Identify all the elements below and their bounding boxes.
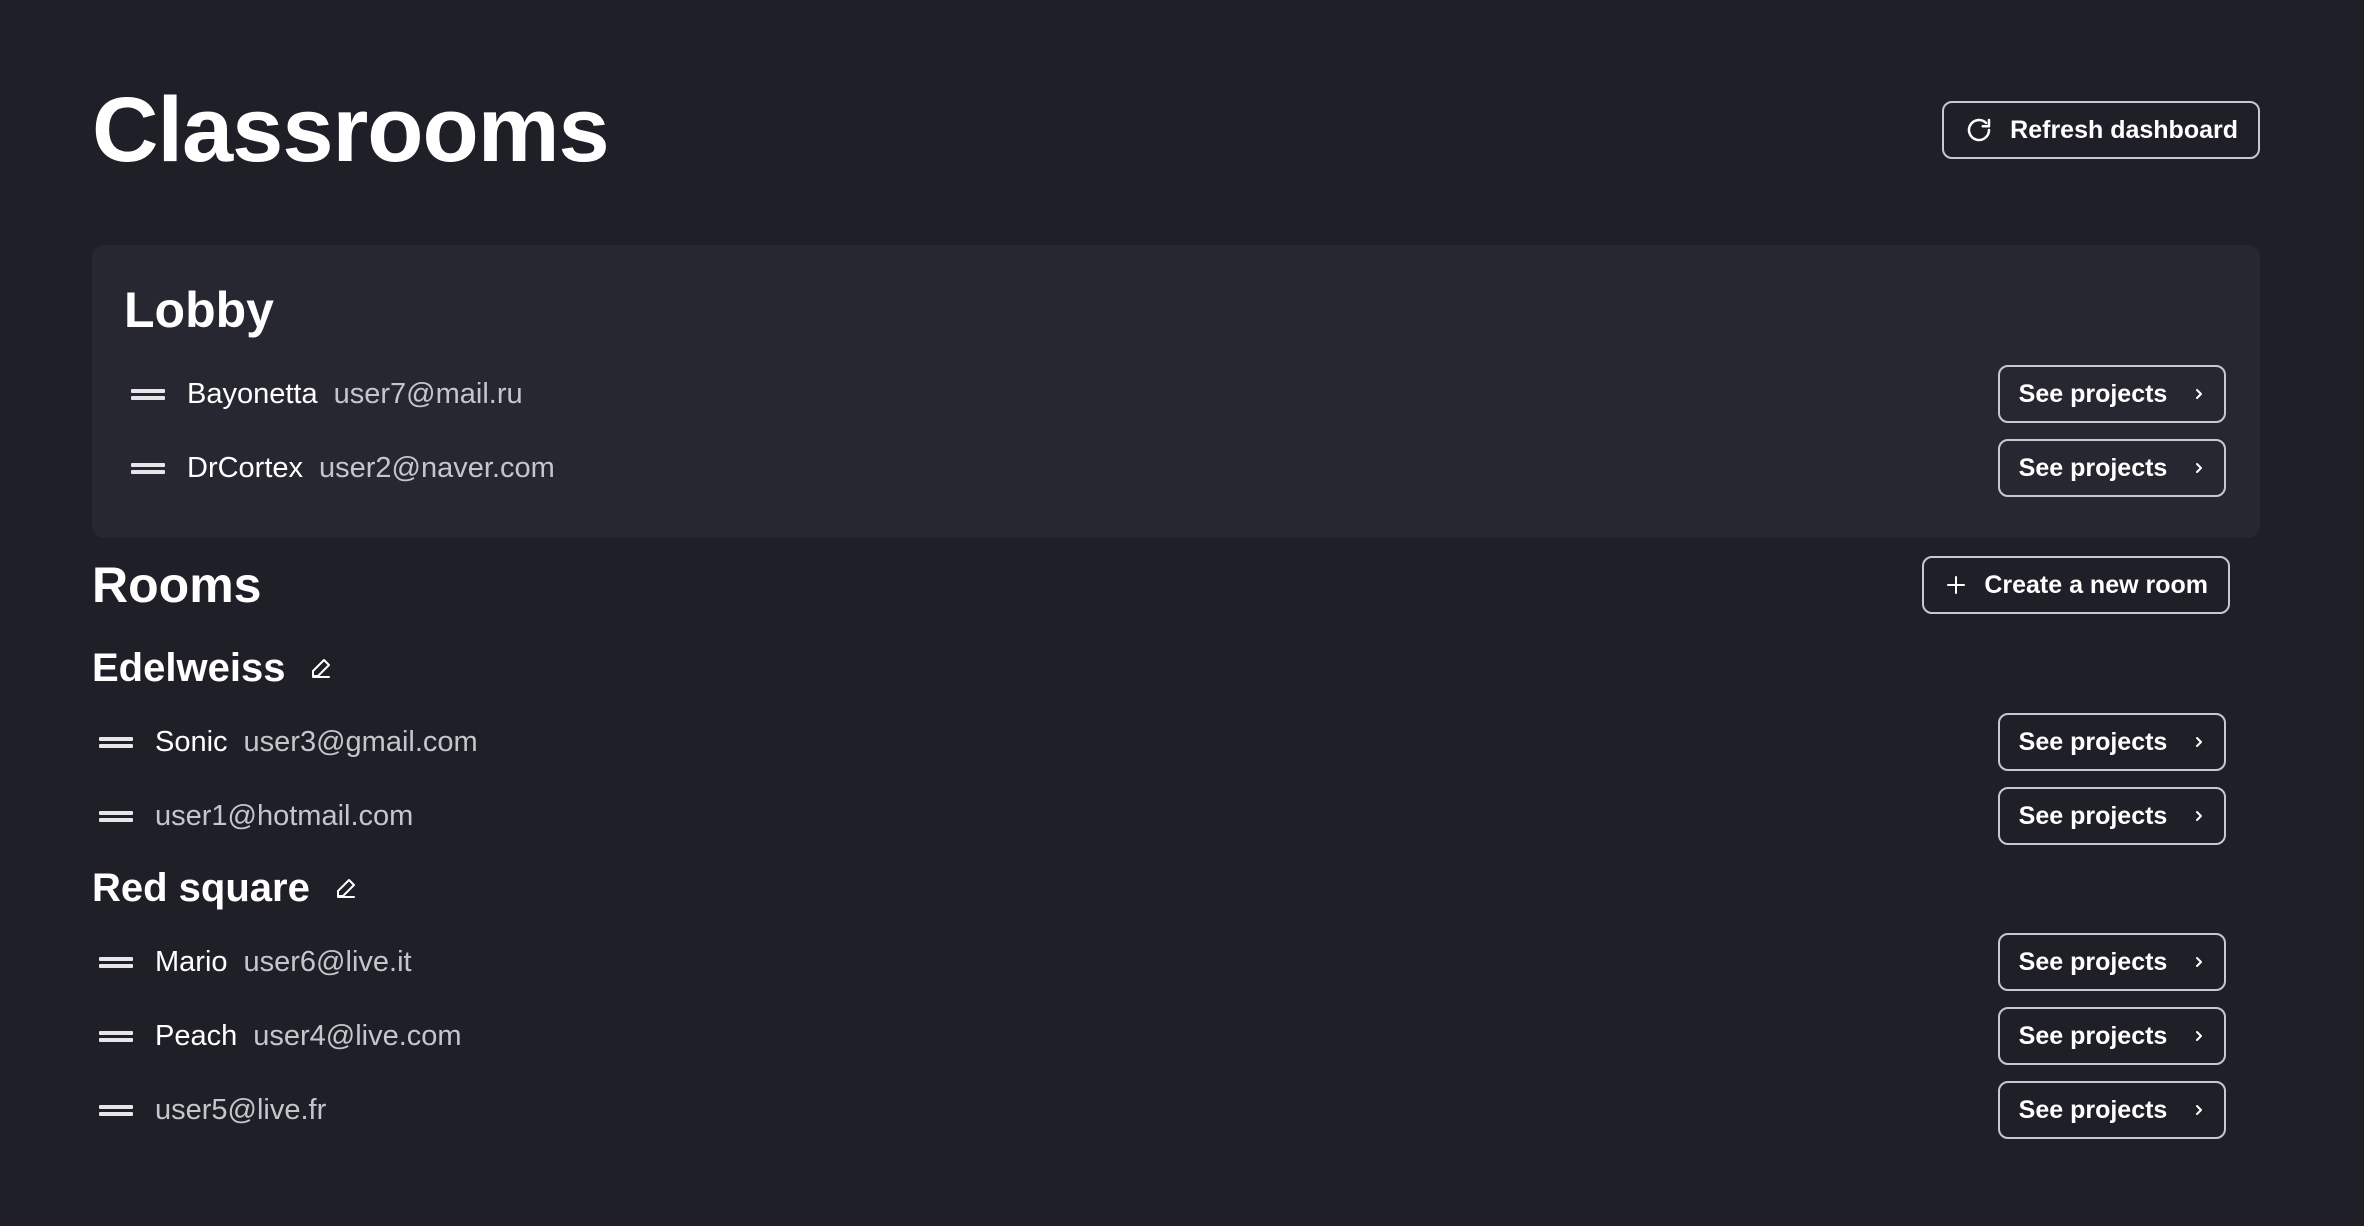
plus-icon [1947,576,1966,594]
refresh-dashboard-label: Refresh dashboard [2010,115,2238,144]
user-email: user2@naver.com [319,451,555,484]
chevron-right-icon [2196,811,2203,821]
pencil-icon[interactable] [309,656,333,680]
chevron-right-icon [2196,737,2203,747]
user-email: user4@live.com [253,1019,462,1052]
drag-handle-icon[interactable] [99,1028,133,1044]
room-name: Red square [92,866,310,910]
see-projects-label: See projects [2018,379,2168,408]
rooms-title: Rooms [92,557,262,613]
user-email: user1@hotmail.com [155,799,414,832]
create-room-label: Create a new room [1984,570,2208,599]
user-email: user6@live.it [243,945,412,978]
refresh-icon [1967,118,1991,142]
drag-handle-icon[interactable] [99,1102,133,1118]
drag-handle-icon[interactable] [131,386,165,402]
see-projects-button[interactable]: See projects [1998,1081,2226,1139]
see-projects-label: See projects [2018,947,2168,976]
drag-handle-icon[interactable] [99,808,133,824]
list-item[interactable]: Bayonetta user7@mail.ru [131,365,523,423]
see-projects-label: See projects [2018,1021,2168,1050]
room-name: Edelweiss [92,646,286,690]
user-name: Bayonetta [187,377,318,410]
user-name: Mario [155,945,228,978]
page-header: Classrooms Refresh dashboard [92,78,2260,182]
page-title: Classrooms [92,79,610,181]
list-item[interactable]: Sonic user3@gmail.com [99,713,478,771]
list-item[interactable]: Mario user6@live.it [99,933,412,991]
create-room-button[interactable]: Create a new room [1922,556,2230,614]
chevron-right-icon [2196,463,2203,473]
chevron-right-icon [2196,1031,2203,1041]
list-item[interactable]: user1@hotmail.com [99,787,413,845]
see-projects-label: See projects [2018,801,2168,830]
see-projects-button[interactable]: See projects [1998,1007,2226,1065]
drag-handle-icon[interactable] [99,954,133,970]
pencil-icon[interactable] [334,876,358,900]
user-email: user5@live.fr [155,1093,327,1126]
room-header: Edelweiss [92,648,333,688]
see-projects-button[interactable]: See projects [1998,787,2226,845]
drag-handle-icon[interactable] [99,734,133,750]
user-email: user7@mail.ru [333,377,523,410]
refresh-dashboard-button[interactable]: Refresh dashboard [1942,101,2260,159]
user-name: DrCortex [187,451,304,484]
see-projects-button[interactable]: See projects [1998,713,2226,771]
see-projects-label: See projects [2018,1095,2168,1124]
user-name: Sonic [155,725,228,758]
see-projects-label: See projects [2018,727,2168,756]
list-item[interactable]: Peach user4@live.com [99,1007,462,1065]
chevron-right-icon [2196,957,2203,967]
drag-handle-icon[interactable] [131,460,165,476]
lobby-title: Lobby [124,282,274,338]
list-item[interactable]: user5@live.fr [99,1081,326,1139]
list-item[interactable]: DrCortex user2@naver.com [131,439,555,497]
rooms-header: Rooms Create a new room [92,555,2230,615]
chevron-right-icon [2196,1105,2203,1115]
see-projects-button[interactable]: See projects [1998,439,2226,497]
user-name: Peach [155,1019,238,1052]
room-header: Red square [92,868,358,908]
user-email: user3@gmail.com [243,725,478,758]
see-projects-button[interactable]: See projects [1998,365,2226,423]
classrooms-page: Classrooms Refresh dashboard Lobby Bayon… [0,0,2364,1226]
chevron-right-icon [2196,389,2203,399]
see-projects-button[interactable]: See projects [1998,933,2226,991]
see-projects-label: See projects [2018,453,2168,482]
